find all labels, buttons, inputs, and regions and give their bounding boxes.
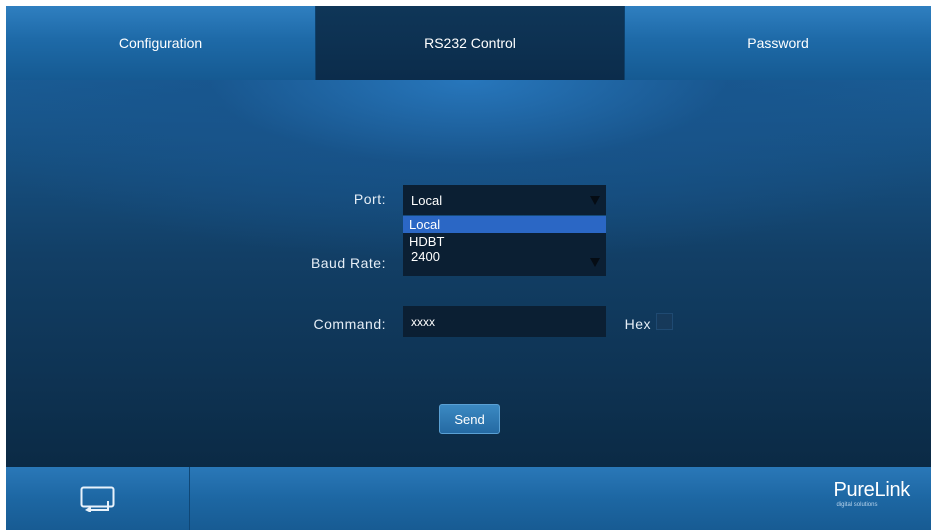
brand-name: PureLink [833,479,910,501]
baud-rate-value: 2400 [411,248,440,264]
tab-rs232-control[interactable]: RS232 Control [316,6,625,80]
dropdown-arrow-icon [590,258,600,267]
tab-bar: Configuration RS232 Control Password [6,6,931,80]
swap-screen-button[interactable] [6,467,190,530]
rs232-panel: Port: Local Baud Rate: 2400 Local HDBT C… [6,80,931,467]
brand-tagline: digital solutions [836,502,878,508]
port-dropdown-list: Local HDBT [403,216,606,250]
swap-screen-icon [80,486,114,512]
port-select[interactable]: Local [403,185,606,215]
send-button[interactable]: Send [439,404,500,434]
baud-rate-select[interactable]: 2400 [403,246,606,276]
hex-checkbox[interactable] [656,313,673,330]
purelink-logo: PureLink digital solutions [833,479,910,509]
port-option-local[interactable]: Local [403,216,606,233]
command-label: Command: [313,316,386,332]
app-frame: Configuration RS232 Control Password Por… [6,6,931,530]
port-select-value: Local [411,192,443,208]
command-input-value: xxxx [411,314,435,329]
dropdown-arrow-icon [590,196,600,205]
baud-rate-label: Baud Rate: [310,255,386,271]
tab-password[interactable]: Password [625,6,931,80]
hex-label: Hex [624,316,651,332]
port-option-hdbt[interactable]: HDBT [403,233,606,250]
footer-bar: PureLink digital solutions [6,467,931,530]
port-label: Port: [353,191,386,207]
tab-configuration[interactable]: Configuration [6,6,316,80]
